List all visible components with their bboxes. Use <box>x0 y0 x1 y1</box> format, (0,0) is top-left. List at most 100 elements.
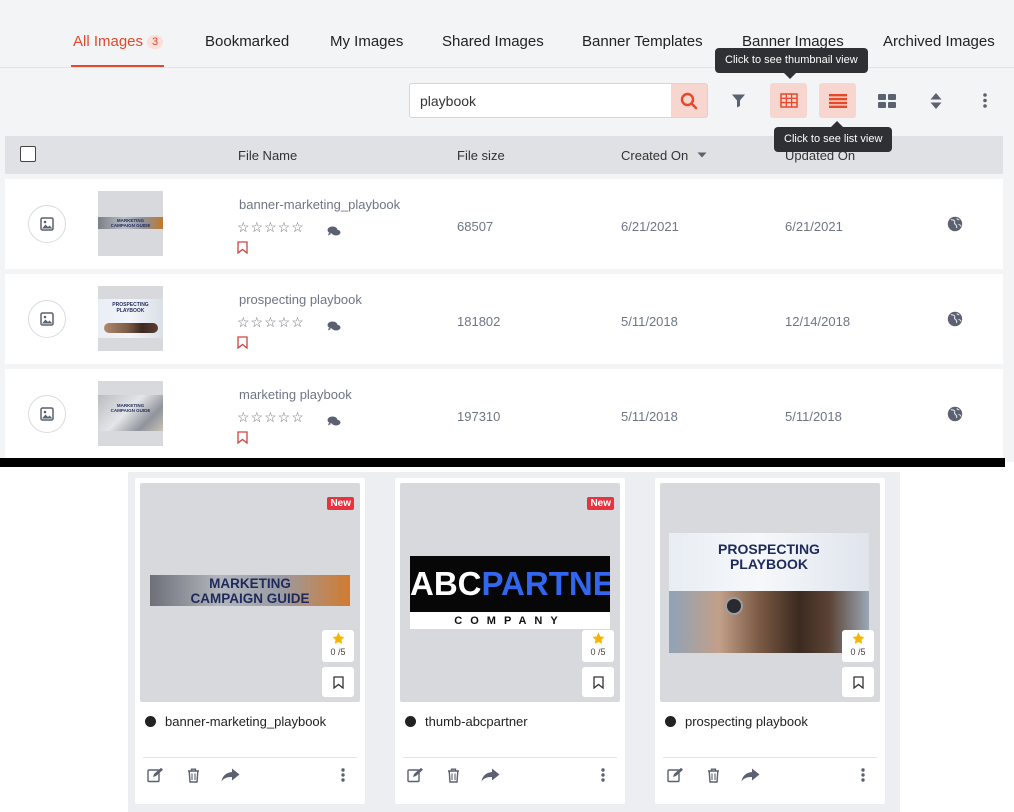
card-image[interactable]: PROSPECTING PLAYBOOK 0 /5 <box>660 483 880 702</box>
thumbnail-banner: MARKETING CAMPAIGN GUIDE <box>98 217 163 229</box>
watch-graphic <box>725 597 743 615</box>
grid-view-button[interactable] <box>868 83 905 118</box>
image-file-icon <box>40 407 54 421</box>
star-rating[interactable]: ☆☆☆☆☆ <box>237 409 305 426</box>
column-file-name[interactable]: File Name <box>238 148 297 163</box>
search-input[interactable] <box>409 83 672 118</box>
rating-value: 0 /5 <box>850 647 866 657</box>
image-card[interactable]: New ABCPARTNER COMPANY 0 /5 thumb-abcpar… <box>395 478 625 804</box>
file-name-link[interactable]: banner-marketing_playbook <box>239 197 400 212</box>
tooltip-arrow <box>831 121 843 127</box>
card-bookmark-button[interactable] <box>582 667 614 697</box>
image-type-button[interactable] <box>28 395 66 433</box>
trash-icon <box>448 768 459 783</box>
tab-my-images[interactable]: My Images <box>330 33 403 50</box>
select-all-checkbox[interactable] <box>20 146 36 162</box>
bookmark-icon <box>332 675 344 689</box>
filter-button[interactable] <box>720 83 757 118</box>
filter-icon <box>732 94 745 108</box>
globe-icon <box>947 216 963 232</box>
card-title[interactable]: thumb-abcpartner <box>405 714 528 729</box>
thumbnail-view-tooltip: Click to see thumbnail view <box>715 48 868 79</box>
thumbnail-view-button[interactable] <box>770 83 807 118</box>
share-button[interactable] <box>481 768 500 787</box>
globe-icon <box>947 406 963 422</box>
share-button[interactable] <box>221 768 240 787</box>
comments-button[interactable] <box>327 224 341 242</box>
edit-button[interactable] <box>667 767 684 788</box>
card-banner-graphic: MARKETING CAMPAIGN GUIDE <box>150 575 350 606</box>
trash-icon <box>188 768 199 783</box>
delete-button[interactable] <box>707 768 720 788</box>
card-image[interactable]: New MARKETING CAMPAIGN GUIDE 0 /5 <box>140 483 360 702</box>
card-photo-graphic: PROSPECTING PLAYBOOK <box>669 533 869 653</box>
bookmark-button[interactable] <box>237 431 248 449</box>
image-card[interactable]: PROSPECTING PLAYBOOK 0 /5 prospecting pla… <box>655 478 885 804</box>
search-button[interactable] <box>671 83 708 118</box>
file-name-link[interactable]: prospecting playbook <box>239 292 362 307</box>
row-thumbnail[interactable]: PROSPECTING PLAYBOOK <box>98 286 163 351</box>
file-size-cell: 181802 <box>457 314 501 329</box>
comments-icon <box>327 226 341 236</box>
card-title[interactable]: prospecting playbook <box>665 714 808 729</box>
star-rating[interactable]: ☆☆☆☆☆ <box>237 219 305 236</box>
tab-shared-images[interactable]: Shared Images <box>442 33 544 50</box>
column-created-on[interactable]: Created On <box>621 148 707 163</box>
share-button[interactable] <box>741 768 760 787</box>
star-filled-icon <box>852 632 864 644</box>
card-bookmark-button[interactable] <box>322 667 354 697</box>
rating-box[interactable]: 0 /5 <box>582 630 614 662</box>
created-on-cell: 5/11/2018 <box>621 314 678 329</box>
file-name-link[interactable]: marketing playbook <box>239 387 352 402</box>
rating-box[interactable]: 0 /5 <box>322 630 354 662</box>
new-badge: New <box>327 497 354 510</box>
tab-archived-images[interactable]: Archived Images <box>883 33 995 50</box>
card-banner-text: PROSPECTING PLAYBOOK <box>718 541 820 572</box>
rating-box[interactable]: 0 /5 <box>842 630 874 662</box>
comments-button[interactable] <box>327 319 341 337</box>
more-options-button[interactable] <box>966 83 1003 118</box>
row-thumbnail[interactable]: MARKETING CAMPAIGN GUIDE <box>98 191 163 256</box>
sort-button[interactable] <box>917 83 954 118</box>
bookmark-icon <box>237 336 248 350</box>
bookmark-button[interactable] <box>237 336 248 354</box>
bookmark-icon <box>237 431 248 445</box>
image-card[interactable]: New MARKETING CAMPAIGN GUIDE 0 /5 banner-… <box>135 478 365 804</box>
table-row[interactable]: PROSPECTING PLAYBOOK prospecting playbook… <box>5 274 1003 364</box>
table-row[interactable]: MARKETING CAMPAIGN GUIDE banner-marketing… <box>5 179 1003 269</box>
shared-globe-button[interactable] <box>947 406 963 427</box>
bookmark-button[interactable] <box>237 241 248 259</box>
share-arrow-icon <box>221 768 240 782</box>
card-more-button[interactable] <box>861 768 865 787</box>
status-dot <box>665 716 676 727</box>
shared-globe-button[interactable] <box>947 216 963 237</box>
row-thumbnail[interactable]: MARKETING CAMPAIGN GUIDE <box>98 381 163 446</box>
image-type-button[interactable] <box>28 205 66 243</box>
card-image[interactable]: New ABCPARTNER COMPANY 0 /5 <box>400 483 620 702</box>
image-type-button[interactable] <box>28 300 66 338</box>
tab-banner-templates[interactable]: Banner Templates <box>582 33 703 50</box>
card-banner-text: MARKETING CAMPAIGN GUIDE <box>190 576 310 606</box>
edit-button[interactable] <box>147 767 164 788</box>
divider <box>403 757 617 758</box>
status-dot <box>405 716 416 727</box>
tab-bookmarked[interactable]: Bookmarked <box>205 33 289 50</box>
handshake-graphic <box>669 591 869 653</box>
edit-button[interactable] <box>407 767 424 788</box>
delete-button[interactable] <box>187 768 200 788</box>
star-rating[interactable]: ☆☆☆☆☆ <box>237 314 305 331</box>
tab-all-images[interactable]: All Images 3 <box>73 33 164 50</box>
comments-button[interactable] <box>327 414 341 432</box>
list-view-button[interactable] <box>819 83 856 118</box>
card-more-button[interactable] <box>341 768 345 787</box>
card-more-button[interactable] <box>601 768 605 787</box>
card-bookmark-button[interactable] <box>842 667 874 697</box>
column-file-size[interactable]: File size <box>457 148 505 163</box>
shared-globe-button[interactable] <box>947 311 963 332</box>
card-title[interactable]: banner-marketing_playbook <box>145 714 326 729</box>
star-filled-icon <box>592 632 604 644</box>
delete-button[interactable] <box>447 768 460 788</box>
table-row[interactable]: MARKETING CAMPAIGN GUIDE marketing playbo… <box>5 369 1003 459</box>
globe-icon <box>947 311 963 327</box>
kebab-menu-icon <box>861 768 865 782</box>
